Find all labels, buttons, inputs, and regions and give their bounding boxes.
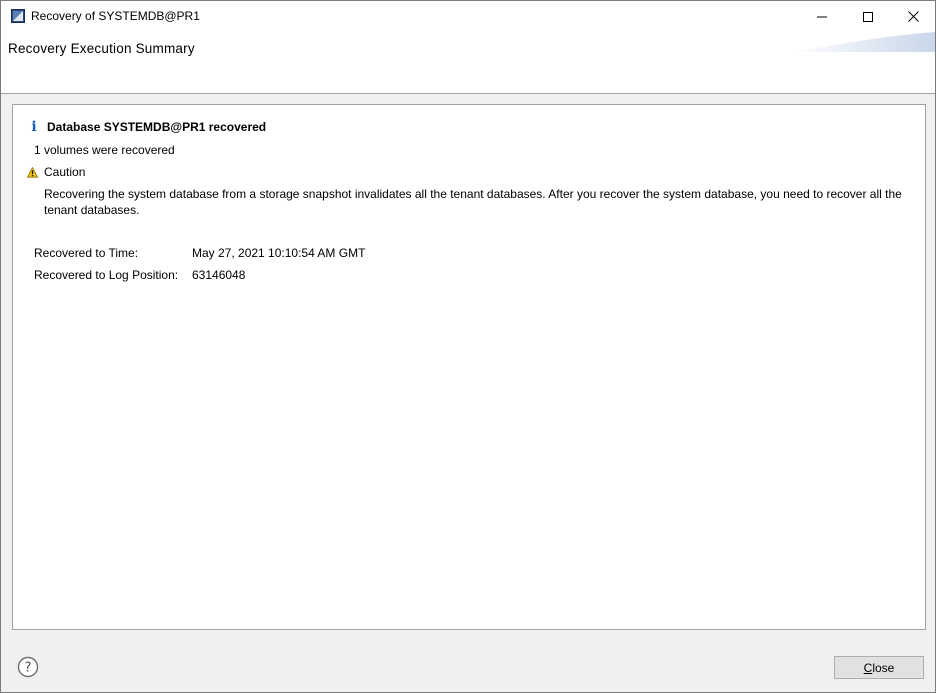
info-icon: i <box>31 119 37 135</box>
help-icon[interactable]: ? <box>17 656 39 678</box>
detail-value: May 27, 2021 10:10:54 AM GMT <box>192 246 366 260</box>
close-button[interactable]: Close <box>834 656 924 679</box>
detail-row-time: Recovered to Time: May 27, 2021 10:10:54… <box>34 246 365 260</box>
close-icon <box>907 11 919 22</box>
detail-label: Recovered to Time: <box>34 246 139 260</box>
maximize-button[interactable] <box>845 1 891 32</box>
header-banner-graphic <box>791 32 935 52</box>
volumes-text: 1 volumes were recovered <box>34 143 175 157</box>
warning-icon <box>27 166 38 178</box>
minimize-icon <box>817 16 827 17</box>
page-title: Recovery Execution Summary <box>8 41 195 56</box>
detail-value: 63146048 <box>192 268 246 282</box>
status-title: Database SYSTEMDB@PR1 recovered <box>47 120 267 134</box>
minimize-button[interactable] <box>799 1 845 32</box>
detail-label: Recovered to Log Position: <box>34 268 179 282</box>
close-button-label: Close <box>863 660 895 675</box>
title-bar[interactable]: Recovery of SYSTEMDB@PR1 <box>1 1 935 32</box>
window-close-button[interactable] <box>890 1 936 32</box>
app-icon <box>11 9 25 23</box>
summary-panel: i Database SYSTEMDB@PR1 recovered 1 volu… <box>12 104 926 630</box>
maximize-icon <box>863 11 873 22</box>
window-title: Recovery of SYSTEMDB@PR1 <box>31 9 200 23</box>
caution-row: Caution <box>27 165 85 179</box>
caution-label: Caution <box>44 165 86 179</box>
svg-text:?: ? <box>25 661 32 676</box>
status-row: i Database SYSTEMDB@PR1 recovered <box>29 119 267 135</box>
detail-row-log-position: Recovered to Log Position: 63146048 <box>34 268 245 282</box>
caution-message: Recovering the system database from a st… <box>44 187 902 217</box>
dialog-window: Recovery of SYSTEMDB@PR1 Recovery Execut… <box>0 0 936 693</box>
dialog-header: Recovery Execution Summary <box>1 32 935 94</box>
